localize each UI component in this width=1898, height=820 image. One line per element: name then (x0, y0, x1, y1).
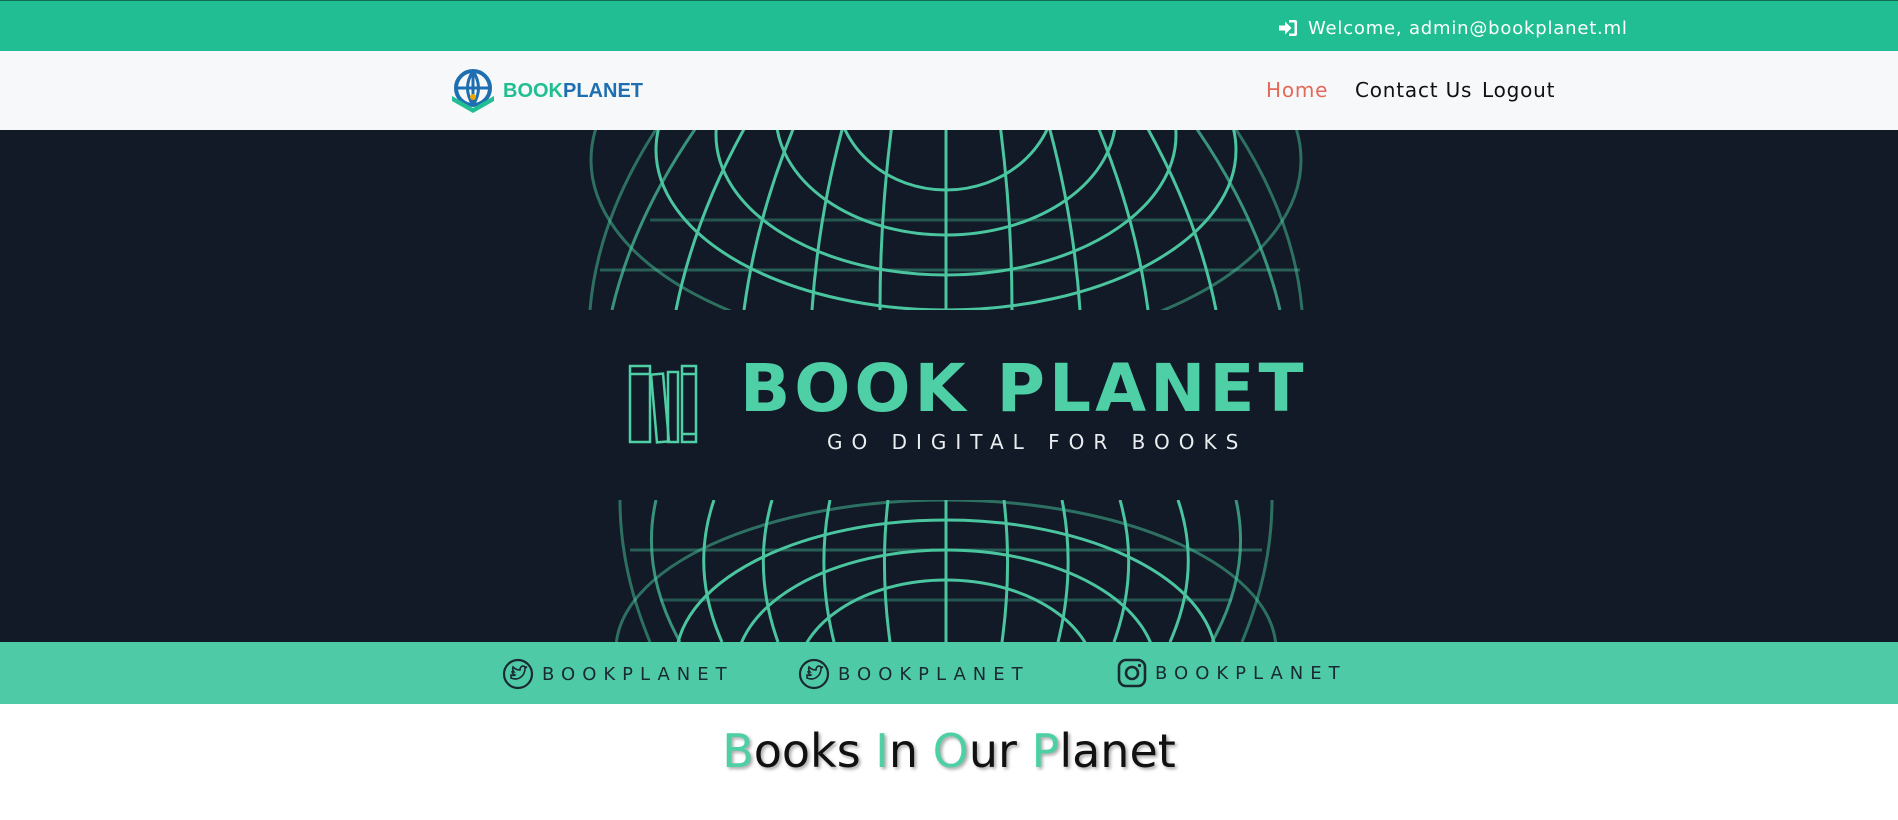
social-label: BOOKPLANET (542, 663, 734, 685)
logo-text-planet: PLANET (563, 79, 643, 102)
navbar: BOOKPLANET Home Contact Us Logout (0, 51, 1898, 130)
social-links-strip: BOOKPLANET BOOKPLANET BOOKPLANET (0, 642, 1898, 704)
twitter-icon (502, 658, 534, 690)
hero-subtitle: GO DIGITAL FOR BOOKS (827, 430, 1248, 454)
logo-text-book: BOOK (503, 79, 563, 102)
instagram-link[interactable]: BOOKPLANET (1117, 658, 1347, 688)
nav-contact-link[interactable]: Contact Us (1355, 78, 1472, 102)
welcome-message: Welcome, admin@bookplanet.ml (1278, 15, 1628, 41)
instagram-icon (1117, 658, 1147, 688)
twitter-link[interactable]: BOOKPLANET (798, 658, 1030, 690)
social-label: BOOKPLANET (1155, 662, 1347, 684)
heading-cap-letter: P (1031, 724, 1060, 778)
hero-title: BOOK PLANET (740, 350, 1308, 427)
hero-banner: BOOK PLANET GO DIGITAL FOR BOOKS (0, 130, 1898, 642)
nav-logout-link[interactable]: Logout (1482, 78, 1555, 102)
twitter-icon (798, 658, 830, 690)
section-heading: Books In Our Planet (0, 724, 1898, 778)
nav-home-link[interactable]: Home (1266, 78, 1328, 102)
welcome-text: Welcome, admin@bookplanet.ml (1308, 17, 1628, 39)
heading-cap-letter: O (932, 724, 969, 778)
site-logo[interactable]: BOOKPLANET (449, 68, 643, 114)
heading-cap-letter: B (722, 724, 754, 778)
heading-word-rest: lanet (1059, 724, 1176, 778)
twitter-link[interactable]: BOOKPLANET (502, 658, 734, 690)
globe-book-logo-icon (452, 69, 494, 113)
heading-word-rest: ur (968, 724, 1017, 778)
social-label: BOOKPLANET (838, 663, 1030, 685)
top-bar: Welcome, admin@bookplanet.ml (0, 0, 1898, 51)
heading-word-rest: ooks (753, 724, 861, 778)
heading-word-rest: n (888, 724, 919, 778)
logo-text: BOOKPLANET (503, 80, 643, 103)
heading-cap-letter: I (875, 724, 889, 778)
sign-in-icon (1279, 20, 1297, 36)
books-icon (628, 364, 698, 444)
